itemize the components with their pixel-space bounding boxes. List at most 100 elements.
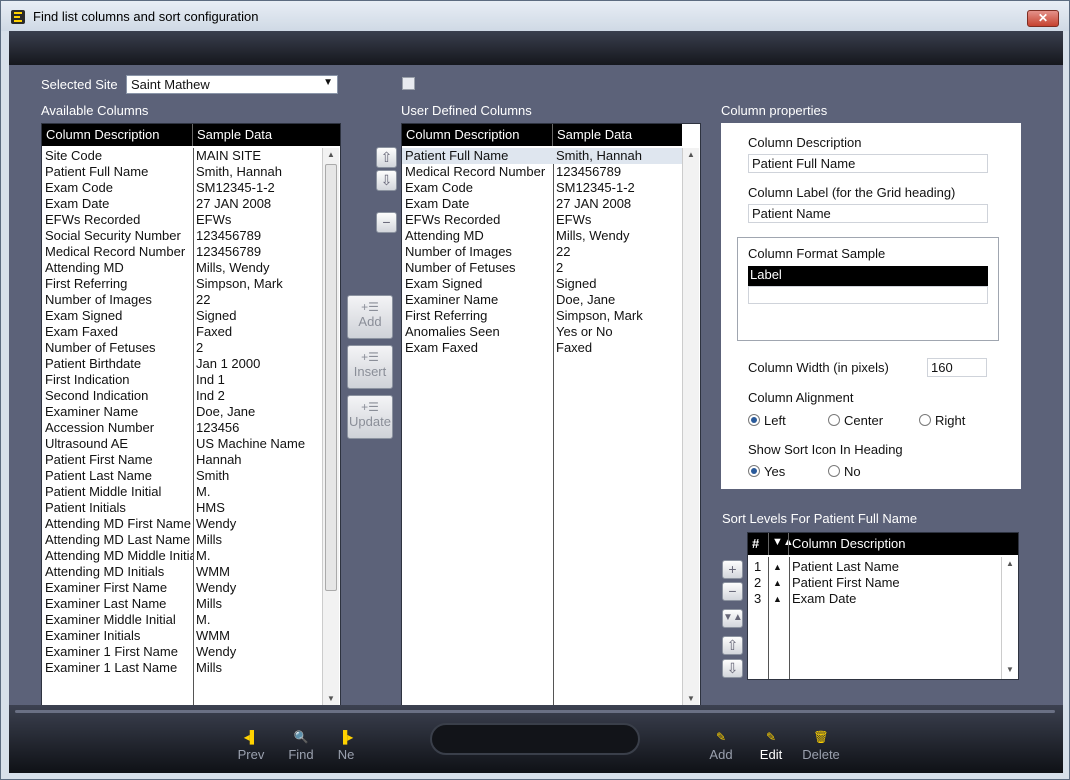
site-select[interactable]: Saint Mathew ▼ <box>126 75 338 94</box>
table-row[interactable]: 3 ▲ Exam Date <box>748 591 1000 607</box>
sort-ascending-icon[interactable]: ▲ <box>773 575 787 591</box>
table-row[interactable]: Attending MD Middle Initial M. <box>42 548 322 564</box>
align-right-radio[interactable] <box>919 414 931 426</box>
update-column-button[interactable]: +☰ Update <box>347 395 393 439</box>
table-row[interactable]: Patient Initials HMS <box>42 500 322 516</box>
align-left-radio[interactable] <box>748 414 760 426</box>
table-row[interactable]: Medical Record Number 123456789 <box>42 244 322 260</box>
toggle-sort-direction-button[interactable]: ▼▲ <box>722 609 743 628</box>
remove-column-button[interactable]: − <box>376 212 397 233</box>
format-sample-empty[interactable] <box>748 286 988 304</box>
table-row[interactable]: Attending MD First Name Wendy <box>42 516 322 532</box>
table-row[interactable]: Attending MD Last Name Mills <box>42 532 322 548</box>
table-row[interactable]: Accession Number 123456 <box>42 420 322 436</box>
remove-sort-level-button[interactable]: − <box>722 582 743 601</box>
col-header-description[interactable]: Column Description <box>46 127 159 142</box>
sort-icon-no-radio[interactable] <box>828 465 840 477</box>
table-row[interactable]: Exam Date 27 JAN 2008 <box>42 196 322 212</box>
column-width-input[interactable]: 160 <box>927 358 987 377</box>
scroll-up-icon[interactable]: ▲ <box>683 148 699 162</box>
col-header-description[interactable]: Column Description <box>406 127 519 142</box>
scroll-down-icon[interactable]: ▼ <box>323 692 339 706</box>
col-header-number[interactable]: # <box>752 536 759 551</box>
table-row[interactable]: Attending MD Mills, Wendy <box>42 260 322 276</box>
table-row[interactable]: Examiner Initials WMM <box>42 628 322 644</box>
table-row[interactable]: Exam Faxed Faxed <box>42 324 322 340</box>
find-button[interactable]: 🔍 Find <box>276 727 326 762</box>
table-row[interactable]: Site Code MAIN SITE <box>42 148 322 164</box>
available-columns-grid[interactable]: Column Description Sample Data Site Code… <box>41 123 341 709</box>
table-row[interactable]: 2 ▲ Patient First Name <box>748 575 1000 591</box>
format-sample-selected[interactable]: Label <box>748 266 988 286</box>
table-row[interactable]: Medical Record Number 123456789 <box>402 164 682 180</box>
table-row[interactable]: Patient Full Name Smith, Hannah <box>42 164 322 180</box>
table-row[interactable]: Number of Images 22 <box>402 244 682 260</box>
close-button[interactable]: ✕ <box>1027 10 1059 27</box>
table-row[interactable]: First Referring Simpson, Mark <box>42 276 322 292</box>
table-row[interactable]: Patient First Name Hannah <box>42 452 322 468</box>
user-defined-columns-grid[interactable]: Column Description Sample Data Patient F… <box>401 123 701 709</box>
sort-direction-icon[interactable]: ▼▲ <box>772 536 794 548</box>
table-row[interactable]: Exam Faxed Faxed <box>402 340 682 356</box>
table-row[interactable]: Exam Date 27 JAN 2008 <box>402 196 682 212</box>
table-row[interactable]: Examiner First Name Wendy <box>42 580 322 596</box>
table-row[interactable]: First Indication Ind 1 <box>42 372 322 388</box>
move-down-button[interactable]: ⇩ <box>376 170 397 191</box>
chevron-down-icon[interactable]: ▼ <box>323 77 333 88</box>
table-row[interactable]: Ultrasound AE US Machine Name <box>42 436 322 452</box>
table-row[interactable]: Patient Birthdate Jan 1 2000 <box>42 356 322 372</box>
table-row[interactable]: Examiner 1 First Name Wendy <box>42 644 322 660</box>
available-scrollbar[interactable]: ▲ ▼ <box>322 148 339 708</box>
align-center-radio[interactable] <box>828 414 840 426</box>
sort-levels-grid[interactable]: # ▼▲ Column Description 1 ▲ Patient Last N… <box>747 532 1019 680</box>
next-button[interactable]: ▐▸ Ne <box>321 727 371 762</box>
table-row[interactable]: EFWs Recorded EFWs <box>402 212 682 228</box>
table-row[interactable]: Examiner Name Doe, Jane <box>402 292 682 308</box>
table-row[interactable]: Patient Last Name Smith <box>42 468 322 484</box>
table-row[interactable]: Patient Full Name Smith, Hannah <box>402 148 682 164</box>
sort-ascending-icon[interactable]: ▲ <box>773 591 787 607</box>
table-row[interactable]: Examiner 1 Last Name Mills <box>42 660 322 676</box>
table-row[interactable]: Second Indication Ind 2 <box>42 388 322 404</box>
table-row[interactable]: Social Security Number 123456789 <box>42 228 322 244</box>
table-row[interactable]: Number of Fetuses 2 <box>402 260 682 276</box>
sort-level-up-button[interactable]: ⇧ <box>722 636 743 655</box>
option-checkbox[interactable] <box>402 77 415 90</box>
sort-ascending-icon[interactable]: ▲ <box>773 559 787 575</box>
table-row[interactable]: Exam Code SM12345-1-2 <box>402 180 682 196</box>
table-row[interactable]: 1 ▲ Patient Last Name <box>748 559 1000 575</box>
scroll-up-icon[interactable]: ▲ <box>323 148 339 162</box>
table-row[interactable]: Anomalies Seen Yes or No <box>402 324 682 340</box>
table-row[interactable]: Exam Signed Signed <box>402 276 682 292</box>
scroll-down-icon[interactable]: ▼ <box>683 692 699 706</box>
scroll-thumb[interactable] <box>325 164 337 591</box>
sort-icon-yes-radio[interactable] <box>748 465 760 477</box>
col-header-sample[interactable]: Sample Data <box>557 127 632 142</box>
table-row[interactable]: EFWs Recorded EFWs <box>42 212 322 228</box>
sort-level-down-button[interactable]: ⇩ <box>722 659 743 678</box>
table-row[interactable]: Exam Signed Signed <box>42 308 322 324</box>
sort-levels-scrollbar[interactable]: ▲ ▼ <box>1001 557 1018 679</box>
table-row[interactable]: Attending MD Initials WMM <box>42 564 322 580</box>
table-row[interactable]: Number of Images 22 <box>42 292 322 308</box>
table-row[interactable]: First Referring Simpson, Mark <box>402 308 682 324</box>
table-row[interactable]: Exam Code SM12345-1-2 <box>42 180 322 196</box>
table-row[interactable]: Number of Fetuses 2 <box>42 340 322 356</box>
col-header-sample[interactable]: Sample Data <box>197 127 272 142</box>
table-row[interactable]: Examiner Name Doe, Jane <box>42 404 322 420</box>
table-row[interactable]: Attending MD Mills, Wendy <box>402 228 682 244</box>
prev-button[interactable]: ◂▌ Prev <box>226 727 276 762</box>
column-label-input[interactable]: Patient Name <box>748 204 988 223</box>
scroll-down-icon[interactable]: ▼ <box>1002 663 1018 677</box>
column-description-input[interactable]: Patient Full Name <box>748 154 988 173</box>
edit-button[interactable]: ✎ Edit <box>746 727 796 762</box>
insert-column-button[interactable]: +☰ Insert <box>347 345 393 389</box>
col-header-description[interactable]: Column Description <box>792 536 905 551</box>
add-record-button[interactable]: ✎ Add <box>696 727 746 762</box>
scroll-up-icon[interactable]: ▲ <box>1002 557 1018 571</box>
add-column-button[interactable]: +☰ Add <box>347 295 393 339</box>
table-row[interactable]: Examiner Last Name Mills <box>42 596 322 612</box>
table-row[interactable]: Patient Middle Initial M. <box>42 484 322 500</box>
user-defined-scrollbar[interactable]: ▲ ▼ <box>682 148 699 708</box>
table-row[interactable]: Examiner Middle Initial M. <box>42 612 322 628</box>
